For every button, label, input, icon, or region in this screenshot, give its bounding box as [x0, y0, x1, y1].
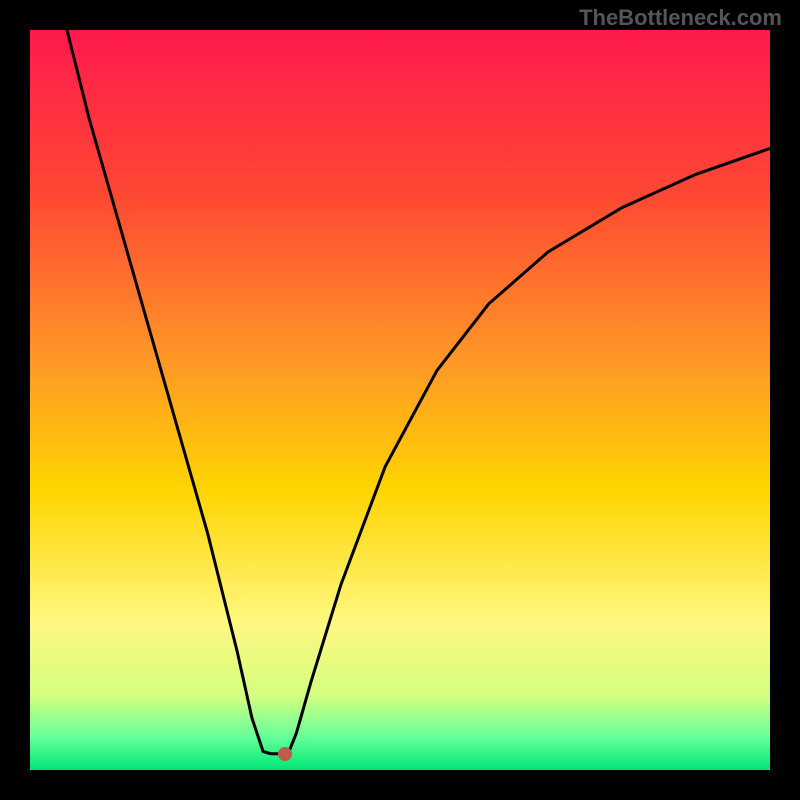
- marker-dot: [278, 747, 292, 761]
- watermark-text: TheBottleneck.com: [579, 5, 782, 31]
- chart-container: TheBottleneck.com: [0, 0, 800, 800]
- curve-line: [30, 30, 770, 770]
- plot-area: [30, 30, 770, 770]
